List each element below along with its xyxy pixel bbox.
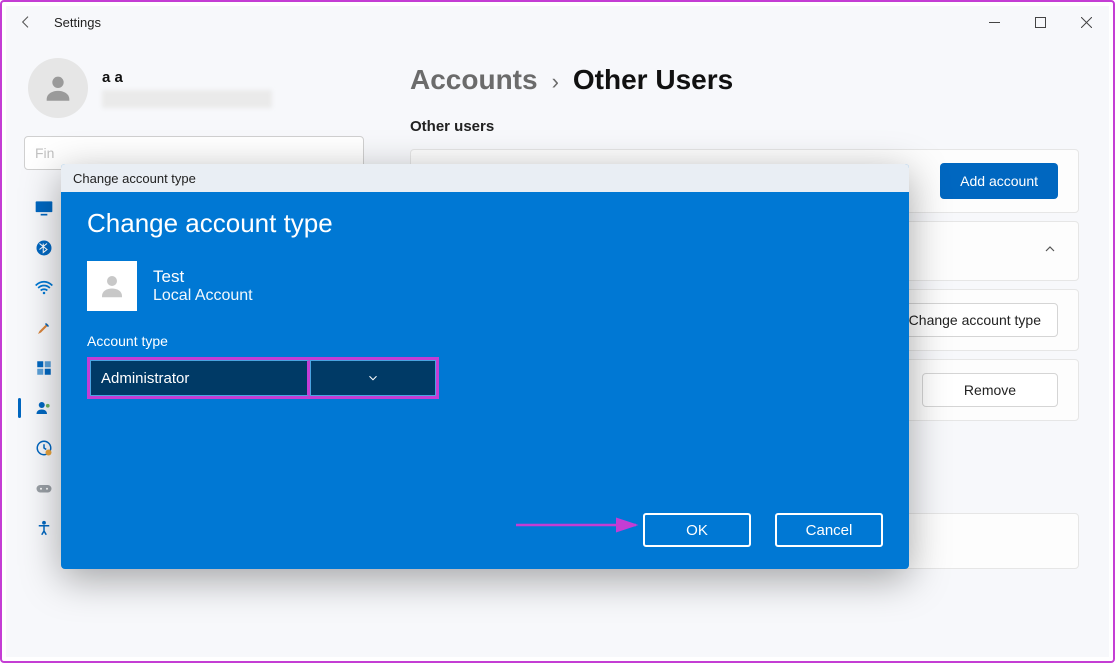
section-heading-other-users: Other users — [410, 118, 1079, 135]
profile-name: a a — [102, 69, 272, 86]
dialog-user-name: Test — [153, 267, 253, 287]
clock-icon — [34, 438, 54, 458]
accessibility-icon — [34, 518, 54, 538]
profile-block[interactable]: a a — [24, 58, 376, 118]
person-icon — [34, 398, 54, 418]
dialog-avatar — [87, 261, 137, 311]
dialog-title-text: Change account type — [73, 171, 196, 186]
breadcrumb-accounts[interactable]: Accounts — [410, 64, 538, 96]
change-account-type-button[interactable]: Change account type — [892, 303, 1058, 337]
account-type-label: Account type — [87, 333, 883, 349]
window-title: Settings — [54, 15, 101, 30]
brush-icon — [34, 318, 54, 338]
close-button[interactable] — [1063, 6, 1109, 38]
breadcrumb-separator: › — [552, 69, 559, 95]
bluetooth-icon — [34, 238, 54, 258]
search-placeholder: Find a setting — [35, 145, 55, 161]
wifi-icon — [34, 278, 54, 298]
chevron-down-icon[interactable] — [310, 360, 436, 396]
dialog-heading: Change account type — [87, 208, 883, 239]
breadcrumb: Accounts › Other Users — [410, 64, 1079, 96]
add-account-button[interactable]: Add account — [940, 163, 1058, 199]
account-type-selected-value: Administrator — [101, 370, 189, 387]
maximize-button[interactable] — [1017, 6, 1063, 38]
account-type-select[interactable]: Administrator — [87, 357, 439, 399]
minimize-button[interactable] — [971, 6, 1017, 38]
avatar — [28, 58, 88, 118]
system-icon — [34, 198, 54, 218]
remove-button[interactable]: Remove — [922, 373, 1058, 407]
profile-email-blurred — [102, 90, 272, 108]
change-account-type-dialog: Change account type Change account type … — [61, 164, 909, 569]
gamepad-icon — [34, 478, 54, 498]
chevron-up-icon — [1042, 241, 1058, 262]
dialog-titlebar: Change account type — [61, 164, 909, 192]
cancel-button[interactable]: Cancel — [775, 513, 883, 547]
ok-button[interactable]: OK — [643, 513, 751, 547]
back-button[interactable] — [14, 10, 38, 34]
apps-icon — [34, 358, 54, 378]
dialog-user-subtitle: Local Account — [153, 287, 253, 305]
breadcrumb-other-users: Other Users — [573, 64, 733, 96]
titlebar: Settings — [6, 6, 1109, 38]
